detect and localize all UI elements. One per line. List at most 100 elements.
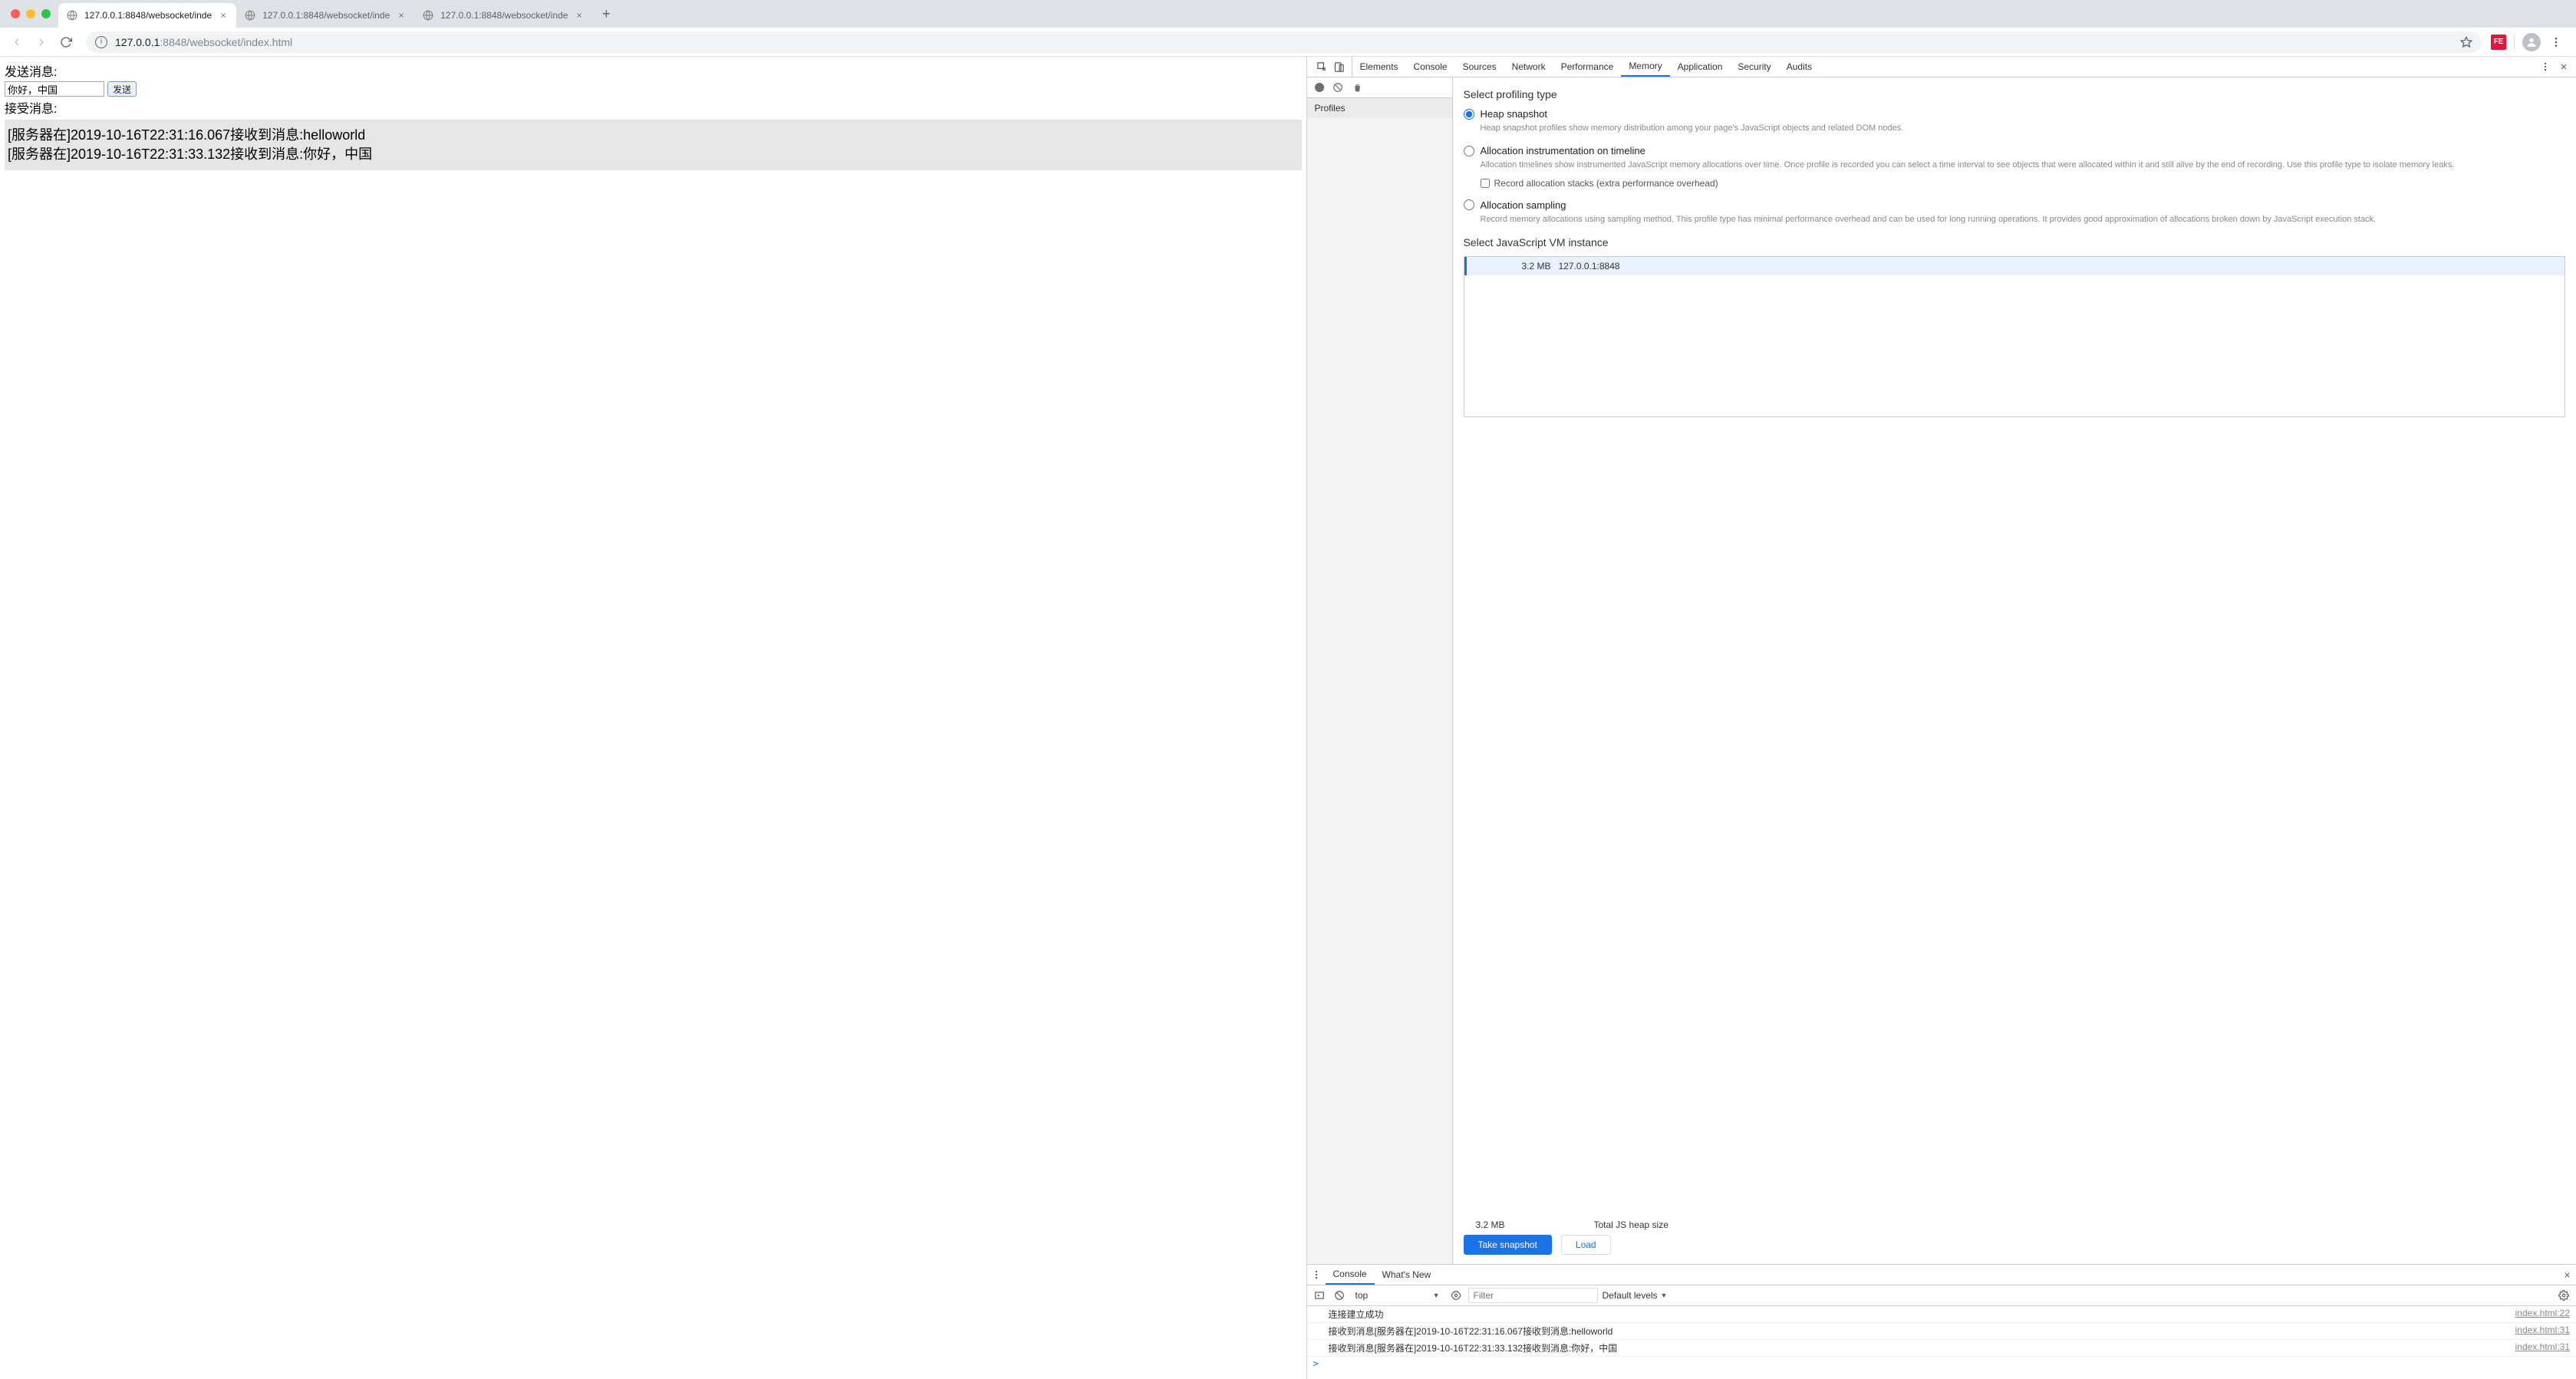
globe-icon [66,9,78,21]
minimize-window-icon[interactable] [26,9,35,18]
log-source[interactable]: index.html:22 [2515,1308,2570,1321]
console-sidebar-icon[interactable] [1312,1288,1327,1303]
devtools-tab-network[interactable]: Network [1504,57,1553,77]
browser-tab[interactable]: 127.0.0.1:8848/websocket/inde [414,3,592,28]
devtools-tabs: ElementsConsoleSourcesNetworkPerformance… [1307,57,2576,77]
log-source[interactable]: index.html:31 [2515,1325,2570,1338]
tab-title: 127.0.0.1:8848/websocket/inde [440,10,568,21]
option-row[interactable]: Heap snapshot [1464,108,2566,120]
drawer-close-icon[interactable] [2558,1271,2576,1279]
take-snapshot-button[interactable]: Take snapshot [1464,1235,1552,1255]
reload-button[interactable] [55,31,77,53]
context-label: top [1356,1290,1369,1301]
close-window-icon[interactable] [11,9,20,18]
memory-sidebar: Profiles [1307,77,1453,1264]
log-icon [1313,1341,1329,1354]
site-info-icon[interactable]: i [95,36,107,48]
send-button[interactable]: 发送 [107,81,137,97]
profile-avatar[interactable] [2522,33,2541,51]
devtools-tab-memory[interactable]: Memory [1621,57,1669,77]
log-message: 连接建立成功 [1329,1308,2515,1321]
forward-button[interactable] [31,31,52,53]
browser-tab[interactable]: 127.0.0.1:8848/websocket/inde [236,3,414,28]
vm-instance-heading: Select JavaScript VM instance [1464,236,2566,248]
log-icon [1313,1308,1329,1321]
devtools-tab-performance[interactable]: Performance [1553,57,1622,77]
drawer-tab-what-s-new[interactable]: What's New [1375,1265,1439,1285]
console-filter-input[interactable] [1468,1288,1598,1303]
tab-title: 127.0.0.1:8848/websocket/inde [262,10,390,21]
console-body: 连接建立成功index.html:22 接收到消息[服务器在]2019-10-16… [1307,1306,2576,1379]
devtools-tab-sources[interactable]: Sources [1455,57,1504,77]
browser-chrome: 127.0.0.1:8848/websocket/inde 127.0.0.1:8… [0,0,2576,57]
extension-badge[interactable]: FE [2491,35,2506,50]
option-checkbox[interactable] [1481,179,1490,188]
url-text: 127.0.0.1:8848/websocket/index.html [115,36,2452,48]
drawer-tabs: ConsoleWhat's New [1307,1265,2576,1285]
devtools-tab-audits[interactable]: Audits [1779,57,1820,77]
bookmark-icon[interactable] [2460,36,2472,48]
back-button[interactable] [6,31,28,53]
page-content: 发送消息: 发送 接受消息: [服务器在]2019-10-16T22:31:16… [0,57,1306,1379]
console-log: 接收到消息[服务器在]2019-10-16T22:31:33.132接收到消息:… [1307,1340,2576,1357]
heap-stats: 3.2 MB Total JS heap size [1453,1214,2576,1235]
drawer-tab-console[interactable]: Console [1326,1265,1375,1285]
clear-console-icon[interactable] [1332,1288,1347,1303]
new-tab-button[interactable]: + [595,3,617,25]
main-area: 发送消息: 发送 接受消息: [服务器在]2019-10-16T22:31:16… [0,57,2576,1379]
inspect-controls [1310,57,1352,77]
window-controls [6,9,58,18]
option-radio[interactable] [1464,146,1474,156]
option-radio[interactable] [1464,109,1474,120]
option-row[interactable]: Allocation instrumentation on timeline [1464,145,2566,156]
devtools-close-icon[interactable] [2556,59,2571,74]
drawer-menu-icon[interactable] [1307,1269,1326,1280]
close-tab-icon[interactable] [574,10,585,21]
live-expression-icon[interactable] [1448,1288,1464,1303]
devtools-tab-console[interactable]: Console [1406,57,1455,77]
device-toolbar-icon[interactable] [1332,59,1347,74]
toolbar: i 127.0.0.1:8848/websocket/index.html FE [0,28,2576,57]
profiling-type-heading: Select profiling type [1464,88,2566,100]
delete-icon[interactable] [1352,81,1364,94]
browser-tab[interactable]: 127.0.0.1:8848/websocket/inde [58,3,236,28]
devtools-tab-security[interactable]: Security [1730,57,1778,77]
chevron-down-icon: ▼ [1661,1292,1668,1299]
log-message: 接收到消息[服务器在]2019-10-16T22:31:33.132接收到消息:… [1329,1341,2515,1354]
record-icon[interactable] [1315,83,1324,92]
devtools-tab-application[interactable]: Application [1670,57,1731,77]
message-input[interactable] [5,81,104,97]
profiles-section[interactable]: Profiles [1307,98,1452,118]
option-checkbox-row[interactable]: Record allocation stacks (extra performa… [1481,178,2566,189]
heap-label: Total JS heap size [1594,1219,1668,1230]
inspect-element-icon[interactable] [1315,59,1330,74]
globe-icon [422,9,434,21]
memory-content: Select profiling type Heap snapshotHeap … [1453,77,2576,1214]
devtools: ElementsConsoleSourcesNetworkPerformance… [1306,57,2576,1379]
context-selector[interactable]: top ▼ [1352,1289,1444,1302]
close-tab-icon[interactable] [218,10,229,21]
vm-list: 3.2 MB 127.0.0.1:8848 [1464,256,2566,417]
chevron-down-icon: ▼ [1433,1292,1440,1299]
recv-box: [服务器在]2019-10-16T22:31:16.067接收到消息:hello… [5,120,1302,170]
option-desc: Allocation timelines show instrumented J… [1481,160,2566,171]
clear-icon[interactable] [1332,81,1344,94]
vm-row[interactable]: 3.2 MB 127.0.0.1:8848 [1464,257,2565,275]
chrome-menu-icon[interactable] [2545,31,2567,53]
load-button[interactable]: Load [1561,1235,1611,1255]
log-levels-selector[interactable]: Default levels ▼ [1603,1290,1668,1301]
divider [2514,35,2515,50]
url-bar[interactable]: i 127.0.0.1:8848/websocket/index.html [86,31,2482,53]
close-tab-icon[interactable] [396,10,407,21]
console-settings-icon[interactable] [2556,1288,2571,1303]
maximize-window-icon[interactable] [41,9,51,18]
log-source[interactable]: index.html:31 [2515,1341,2570,1354]
console-prompt[interactable]: > [1307,1357,2576,1371]
memory-actions: Take snapshot Load [1453,1235,2576,1264]
option-radio[interactable] [1464,199,1474,210]
option-row[interactable]: Allocation sampling [1464,199,2566,211]
vm-size: 3.2 MB [1467,261,1559,272]
profiling-option: Heap snapshotHeap snapshot profiles show… [1464,108,2566,134]
devtools-menu-icon[interactable] [2538,59,2553,74]
devtools-tab-elements[interactable]: Elements [1352,57,1406,77]
